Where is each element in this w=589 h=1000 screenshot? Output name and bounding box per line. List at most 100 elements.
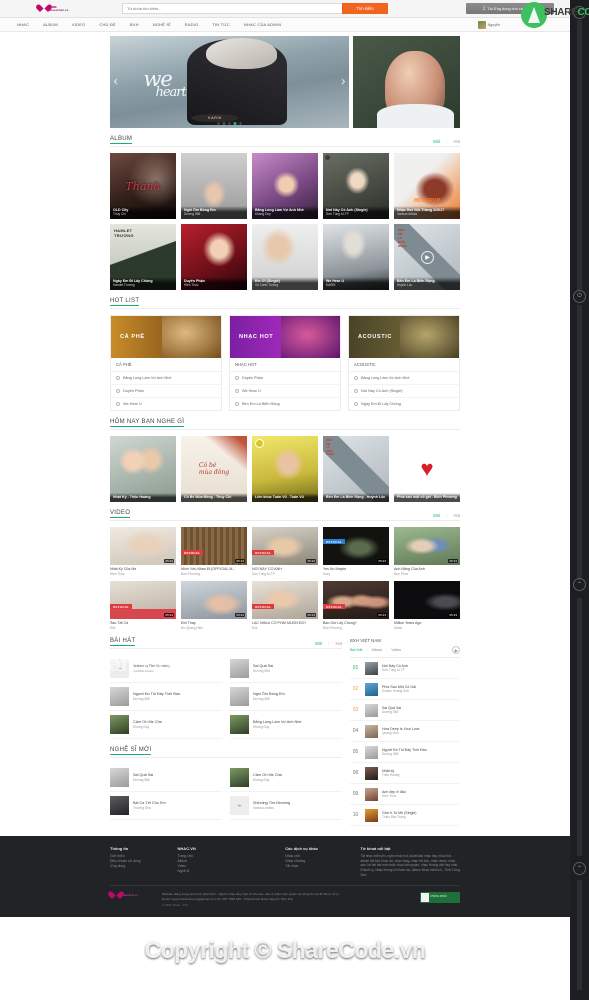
- chevron-left-icon[interactable]: ‹: [113, 76, 118, 89]
- nav-item-nghesi[interactable]: NGHỆ SĨ: [146, 22, 178, 27]
- footer-link[interactable]: Tải nhạc: [285, 864, 348, 869]
- tab-video-new[interactable]: Mới: [433, 513, 440, 518]
- hero-slide-side[interactable]: [353, 36, 460, 128]
- chart-row[interactable]: 05 Người Đó Tôi Đây Tình Đầu Dương 565: [350, 742, 460, 764]
- hotlist-song-row[interactable]: We Hear U: [111, 398, 221, 410]
- video-card[interactable]: 05:23 Ánh Nắng Của Anh Đức Phúc: [394, 527, 460, 576]
- nav-item-nhaccuaadmin[interactable]: NHAC CỦA ADMIN: [237, 22, 288, 27]
- album-card-active[interactable]: BÊN EM LÀ BIỂN RỘNG ▶ Bên Em Là Biển Rộng Hu…: [394, 224, 460, 290]
- nav-item-nhac[interactable]: NHAC: [10, 22, 36, 27]
- today-card[interactable]: Nhật Ký - Triệu Hoàng: [110, 436, 176, 502]
- tab-video-hot[interactable]: Hot: [453, 513, 460, 518]
- today-card[interactable]: ♥ Phía sau một cô gái - Bích Phương: [394, 436, 460, 502]
- video-card[interactable]: 05:23 Million Years Ago Adele: [394, 581, 460, 630]
- chevron-up-icon[interactable]: ⌃: [573, 862, 586, 875]
- song-row[interactable]: Sai Quá Sai Dương 565: [230, 655, 342, 684]
- slider-dot-active[interactable]: [233, 122, 237, 125]
- chevron-up-icon[interactable]: ⌃: [573, 578, 586, 591]
- hotlist-song-row[interactable]: Bằng Lòng Làm Vợ Anh Nhé: [349, 372, 459, 385]
- album-card[interactable]: Ngồi Ôm Bóng Em Dương 565: [181, 153, 247, 219]
- hotlist-song-row[interactable]: Duyên Phận: [111, 385, 221, 398]
- video-card[interactable]: OFFICIAL 05:23 LẠC NHAU CÓ PHẢI MUỐN ĐỜI…: [252, 581, 318, 630]
- artist-row[interactable]: Bài Ca Tết Cho Em Trường Kha: [110, 792, 222, 821]
- video-artist: Hồ Quang Hiếu: [181, 625, 203, 630]
- chart-row[interactable]: 04 How Deep Is Your Love Quang Vinh: [350, 721, 460, 743]
- search-input[interactable]: [122, 3, 342, 14]
- video-card[interactable]: OFFICIAL 05:23 Mình Yêu Nhau Đi [OFFICIA…: [181, 527, 247, 576]
- power-icon[interactable]: ⏻: [573, 290, 586, 303]
- hotlist-song-row[interactable]: Bằng Lòng Làm Vợ Anh Nhé: [111, 372, 221, 385]
- footer-link[interactable]: Ứng dụng: [110, 864, 166, 869]
- nav-item-album[interactable]: ALBUM: [36, 22, 65, 27]
- nav-item-chude[interactable]: CHỦ ĐỀ: [92, 22, 123, 27]
- slider-dot[interactable]: [217, 122, 220, 125]
- chart-row[interactable]: 09 Anh đẹp ở đâu Hiền Thục: [350, 784, 460, 806]
- slider-dot[interactable]: [239, 122, 242, 125]
- chevron-right-icon[interactable]: ›: [341, 76, 346, 89]
- artist-row[interactable]: Cảm Ơn Mẹ Cha Khang Duy: [230, 764, 342, 793]
- hero-slide-main[interactable]: we heart KARIK ‹ ›: [110, 36, 349, 128]
- song-row[interactable]: Bằng Lòng Làm Vợ Anh Nhé Khang Duy: [230, 711, 342, 740]
- song-row[interactable]: ⌁ Shinning The Morning Various Artists: [110, 655, 222, 684]
- album-card[interactable]: We Hear U KARIK: [323, 224, 389, 290]
- chart-row[interactable]: 01 Nơi Này Có Anh Sơn Tùng M-TP: [350, 658, 460, 680]
- tab-songs-hot[interactable]: Hot: [335, 641, 342, 646]
- play-circle-icon[interactable]: ▶: [452, 646, 460, 655]
- tab-album-new[interactable]: Mới: [433, 139, 440, 144]
- song-row[interactable]: Cảm Ơn Mẹ Cha Khang Duy: [110, 711, 222, 740]
- slider-dot[interactable]: [228, 122, 231, 125]
- chart-artist: Quang Vinh: [382, 731, 399, 736]
- footer-logo[interactable]: chiasenhac.vn: [110, 892, 154, 900]
- tab-album-hot[interactable]: Hot: [453, 139, 460, 144]
- tab-chart-album[interactable]: Album: [372, 648, 383, 652]
- video-section-tabs: Mới / Hot: [433, 513, 460, 518]
- album-card[interactable]: Duyên Phận Hiền Thục: [181, 224, 247, 290]
- tab-chart-songs[interactable]: Bài Hát: [350, 648, 362, 652]
- album-card[interactable]: Thành OLD City Thùy Chi: [110, 153, 176, 219]
- hotlist-song-row[interactable]: Ngày Em Đi Lấy Chồng: [349, 398, 459, 410]
- nav-item-video[interactable]: VIDEO: [65, 22, 92, 27]
- certification-badge[interactable]: CHỨNG NHẬN: [420, 892, 460, 904]
- today-card[interactable]: BÊN EM LÀ BIỂN RỘNG Bên Em Là Biển Rộng - Hu…: [323, 436, 389, 502]
- album-card[interactable]: HAMLET TRƯƠNG Ngày Em Đi Lấy Chồng Hamlet…: [110, 224, 176, 290]
- video-card[interactable]: OFFICIAL 05:23 NƠI NÀY CÓ ANH Sơn Tùng M…: [252, 527, 318, 576]
- album-card[interactable]: Bằng Lòng Làm Vợ Anh Nhé Khang Duy: [252, 153, 318, 219]
- tab-chart-video[interactable]: Video: [391, 648, 401, 652]
- today-card[interactable]: Cô bé mùa đông Cô Bé Mùa Đông - Thùy Chi: [181, 436, 247, 502]
- hotlist-card[interactable]: CÀ PHÊ CÀ PHÊ Bằng Lòng Làm Vợ Anh Nhé D…: [110, 315, 222, 411]
- album-card[interactable]: Nơi Này Có Anh (Single) Sơn Tùng M-TP: [323, 153, 389, 219]
- hotlist-song-row[interactable]: We Hear U: [230, 385, 340, 398]
- search-button[interactable]: Tìm kiếm: [342, 3, 388, 14]
- chart-row[interactable]: 06 Nhật ký Triệu Hoàng: [350, 763, 460, 785]
- site-logo[interactable]: Nhac chiasenhac.vn: [38, 2, 100, 15]
- chart-row[interactable]: 03 Sai Quá Sai Dương 565: [350, 700, 460, 722]
- slider-dot[interactable]: [222, 122, 226, 125]
- slider-dots[interactable]: [217, 122, 242, 125]
- nav-item-tintuc[interactable]: TIN TỨC: [205, 22, 237, 27]
- album-card[interactable]: HOT VPOP Nhạc Hot Việt Tháng 2/2017 Vari…: [394, 153, 460, 219]
- video-card[interactable]: OFFICIAL 05:23 Yes No Maybe Suzy: [323, 527, 389, 576]
- video-card[interactable]: OFFICIAL 05:23 Bao Giờ Lấy Chồng? Bích P…: [323, 581, 389, 630]
- hotlist-song-row[interactable]: Bên Em Là Biển Rộng: [230, 398, 340, 410]
- footer-link[interactable]: Nghệ sĩ: [178, 869, 274, 874]
- nav-item-bxh[interactable]: BXH: [123, 22, 146, 27]
- hotlist-song-row[interactable]: Nơi Này Có Anh (Single): [349, 385, 459, 398]
- artist-row[interactable]: ⌁ Shinning The Morning Various Artists: [230, 792, 342, 821]
- tab-songs-new[interactable]: Mới: [315, 641, 322, 646]
- nav-item-radio[interactable]: RADIO: [178, 22, 206, 27]
- video-card[interactable]: 05:23 Đời Thay Hồ Quang Hiếu: [181, 581, 247, 630]
- download-icon: ⤓: [483, 5, 486, 11]
- album-card[interactable]: Em Ơi (Single) Võ Cảnh Tường: [252, 224, 318, 290]
- chart-row[interactable]: 10 Give It To Me (Single) Thiều Bảo Tran…: [350, 805, 460, 827]
- today-card[interactable]: Liên khúc Tuấn Vũ - Tuấn Vũ: [252, 436, 318, 502]
- video-card[interactable]: OFFICIAL 05:23 Sau Tất Cả Erik: [110, 581, 176, 630]
- artist-row[interactable]: Sai Quá Sai Dương 565: [110, 764, 222, 793]
- hotlist-card[interactable]: ACOUSTIC ACOUSTIC Bằng Lòng Làm Vợ Anh N…: [348, 315, 460, 411]
- hotlist-song-row[interactable]: Duyên Phận: [230, 372, 340, 385]
- song-row[interactable]: Ngồi Ôm Bóng Em Dương 565: [230, 683, 342, 712]
- hotlist-card[interactable]: NHẠC HOT NHẠC HOT Duyên Phận We Hear U B…: [229, 315, 341, 411]
- radio-icon: [235, 376, 239, 380]
- video-card[interactable]: 05:23 Nhật Ký Của Mẹ Hiền Thục: [110, 527, 176, 576]
- chart-row[interactable]: 02 Phía Sau Một Cô Gái Soobin Hoàng Sơn: [350, 679, 460, 701]
- song-row[interactable]: Người Đó Tôi Đây Tình Đầu Dương 565: [110, 683, 222, 712]
